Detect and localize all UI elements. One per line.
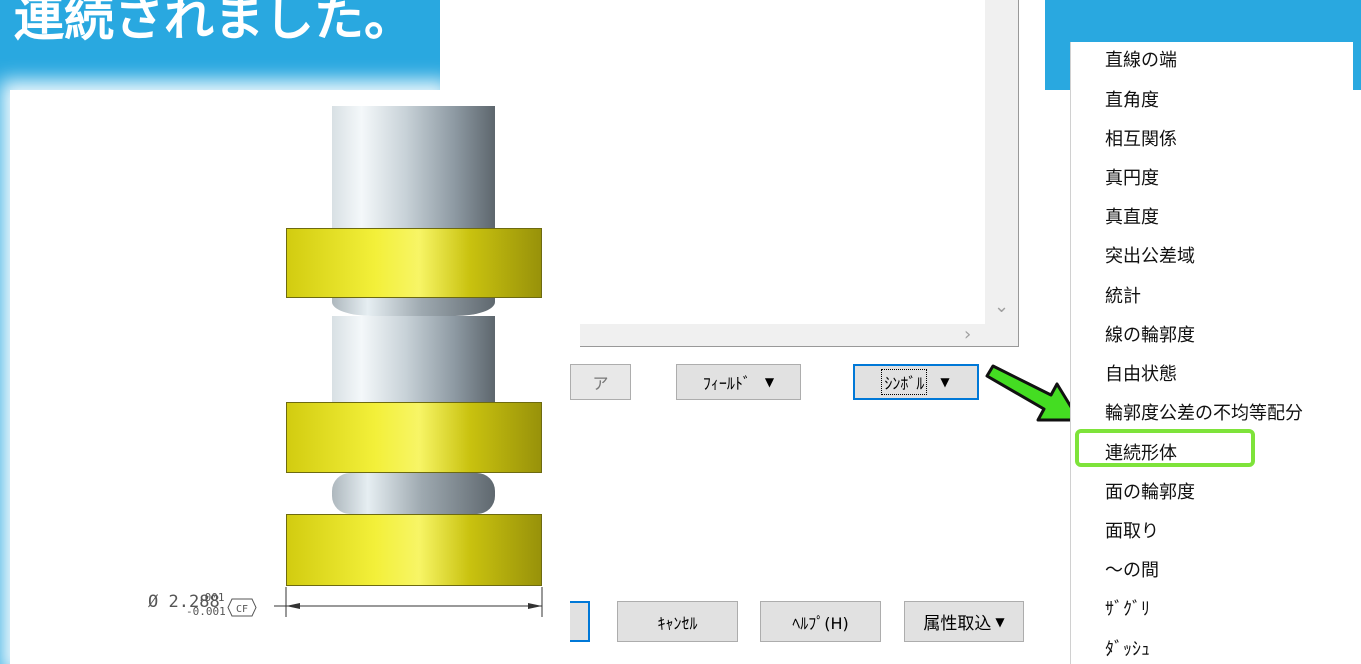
- menu-item[interactable]: 自由状態: [1105, 360, 1177, 386]
- upper-tolerance: .001: [198, 591, 225, 604]
- part-neck-1: [332, 298, 495, 316]
- menu-item[interactable]: 面の輪郭度: [1105, 478, 1195, 504]
- help-button-label: ﾍﾙﾌﾟ(H): [792, 613, 849, 633]
- field-button[interactable]: ﾌｨｰﾙﾄﾞ ▼: [676, 364, 801, 400]
- clear-button[interactable]: ア: [570, 364, 631, 400]
- menu-item[interactable]: ﾀﾞｯｼｭ: [1105, 635, 1150, 661]
- symbol-button[interactable]: ｼﾝﾎﾞﾙ ▼: [853, 364, 979, 400]
- import-attributes-button[interactable]: 属性取込 ▼: [904, 601, 1024, 642]
- part-top-cylinder: [332, 106, 495, 228]
- scroll-down-icon[interactable]: ⌄: [994, 296, 1009, 317]
- menu-item[interactable]: 相互関係: [1105, 125, 1177, 151]
- part-middle-cylinder: [332, 316, 495, 402]
- clear-button-label: ア: [592, 374, 609, 393]
- menu-item[interactable]: 統計: [1105, 282, 1141, 308]
- menu-item[interactable]: 面取り: [1105, 517, 1159, 543]
- menu-item[interactable]: 直線の端: [1105, 46, 1177, 72]
- menu-item[interactable]: ｻﾞｸﾞﾘ: [1105, 595, 1150, 621]
- pointer-arrow-icon: [985, 364, 1081, 422]
- part-band-1: [286, 228, 542, 298]
- chevron-down-icon: ▼: [940, 375, 950, 389]
- chevron-down-icon: ▼: [995, 614, 1005, 629]
- menu-item[interactable]: 真円度: [1105, 164, 1159, 190]
- ok-button-edge[interactable]: [570, 601, 590, 642]
- symbol-dropdown-menu: 直線の端 直角度 相互関係 真円度 真直度 突出公差域 統計 線の輪郭度 自由状…: [1070, 42, 1353, 664]
- annotation-text-area[interactable]: [580, 0, 1019, 347]
- field-button-label: ﾌｨｰﾙﾄﾞ: [702, 374, 751, 393]
- highlight-box: [1075, 429, 1255, 467]
- horizontal-scrollbar[interactable]: ›: [580, 324, 985, 346]
- lower-tolerance: -0.001: [186, 605, 226, 618]
- scroll-right-icon[interactable]: ›: [964, 324, 971, 345]
- part-band-2: [286, 402, 542, 473]
- annotation-dialog: ⌄ › ア ﾌｨｰﾙﾄﾞ ▼ ｼﾝﾎﾞﾙ ▼ ｷｬﾝｾﾙ ﾍﾙﾌﾟ(H) 属性取…: [570, 0, 1045, 664]
- help-button[interactable]: ﾍﾙﾌﾟ(H): [760, 601, 881, 642]
- menu-item[interactable]: 突出公差域: [1105, 242, 1195, 268]
- chevron-down-icon: ▼: [764, 375, 775, 389]
- diameter-symbol: Ø: [148, 592, 159, 612]
- menu-item[interactable]: 輪郭度公差の不均等配分: [1105, 399, 1303, 425]
- menu-item[interactable]: 直角度: [1105, 86, 1159, 112]
- vertical-scrollbar[interactable]: ⌄: [985, 0, 1018, 346]
- cancel-button-label: ｷｬﾝｾﾙ: [657, 613, 698, 633]
- slide-title: 連続されました。: [14, 0, 414, 47]
- symbol-button-label: ｼﾝﾎﾞﾙ: [881, 369, 928, 395]
- import-attributes-label: 属性取込: [923, 614, 992, 634]
- part-band-3: [286, 514, 542, 586]
- modifier-text: CF: [236, 604, 248, 615]
- cancel-button[interactable]: ｷｬﾝｾﾙ: [617, 601, 738, 642]
- part-neck-2: [332, 473, 495, 514]
- menu-item[interactable]: 線の輪郭度: [1105, 321, 1195, 347]
- continuous-feature-symbol: CF: [227, 598, 257, 617]
- menu-item[interactable]: 真直度: [1105, 203, 1159, 229]
- menu-item[interactable]: ～の間: [1105, 556, 1159, 582]
- dimension-line: [274, 587, 543, 617]
